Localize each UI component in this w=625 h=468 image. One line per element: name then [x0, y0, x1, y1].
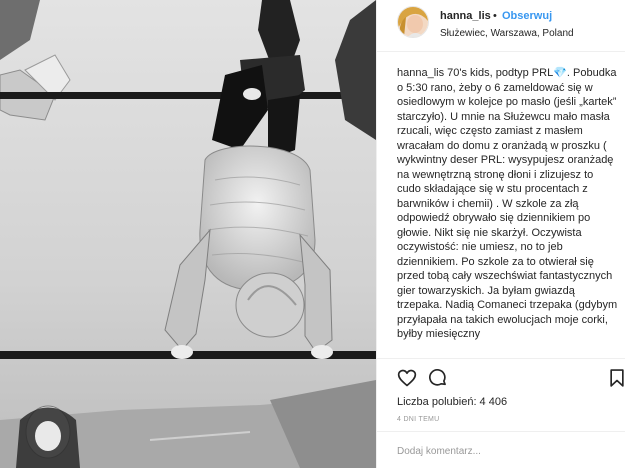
post-photo-image [0, 0, 376, 468]
post-actions: Liczba polubień: 4 406 4 DNI TEMU [377, 358, 625, 468]
post-header: hanna_lis • Obserwuj Służewiec, Warszawa… [377, 0, 625, 52]
follow-button[interactable]: Obserwuj [502, 10, 552, 22]
avatar-image [398, 7, 428, 37]
bookmark-icon[interactable] [607, 368, 625, 388]
post-timestamp[interactable]: 4 DNI TEMU [397, 416, 440, 423]
comment-input[interactable] [397, 442, 607, 460]
header-username-link[interactable]: hanna_lis [440, 10, 491, 22]
post-side-panel: hanna_lis • Obserwuj Służewiec, Warszawa… [376, 0, 625, 468]
post-photo[interactable] [0, 0, 376, 468]
location-link[interactable]: Służewiec, Warszawa, Poland [440, 28, 574, 39]
avatar[interactable] [397, 6, 429, 38]
caption-text: 70's kids, podtyp PRL💎. Pobudka o 5:30 r… [397, 67, 618, 340]
header-separator: • [493, 10, 497, 22]
likes-count[interactable]: Liczba polubień: 4 406 [397, 396, 507, 408]
comment-bar [377, 431, 625, 468]
caption-username-link[interactable]: hanna_lis [397, 67, 444, 79]
speech-bubble-icon[interactable] [428, 368, 448, 388]
post-caption: hanna_lis 70's kids, podtyp PRL💎. Pobudk… [397, 66, 619, 358]
heart-outline-icon[interactable] [397, 368, 417, 388]
